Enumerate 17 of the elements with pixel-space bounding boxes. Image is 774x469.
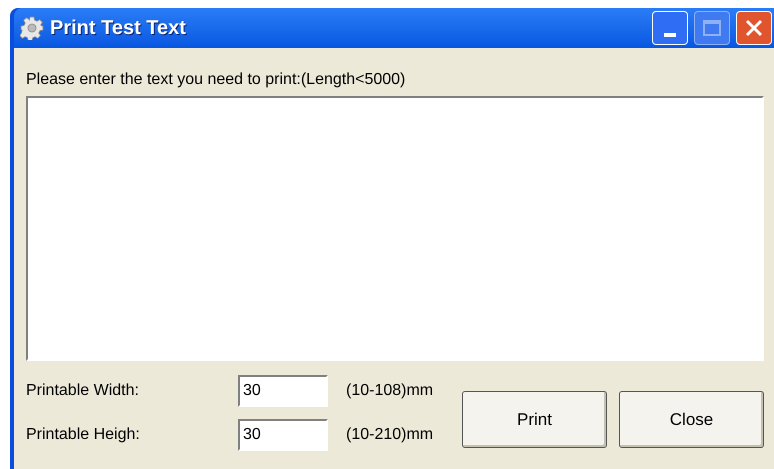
close-icon — [745, 19, 763, 37]
window-title: Print Test Text — [50, 16, 187, 41]
gear-icon — [20, 16, 44, 40]
prompt-label: Please enter the text you need to print:(Length<5000) — [26, 70, 406, 90]
close-button[interactable] — [736, 11, 772, 45]
minimize-button[interactable] — [652, 11, 688, 45]
range-hint: (10-108)mm — [346, 381, 434, 401]
text-input-area[interactable] — [26, 96, 764, 361]
dialog-button[interactable]: Print — [462, 391, 607, 448]
field-label: Printable Width: — [26, 381, 140, 401]
number-field[interactable]: 30 — [238, 419, 328, 451]
maximize-icon — [703, 20, 721, 36]
field-label: Printable Heigh: — [26, 425, 141, 445]
range-hint: (10-210)mm — [346, 425, 434, 445]
dialog-button[interactable]: Close — [619, 391, 764, 448]
number-field[interactable]: 30 — [238, 375, 328, 407]
minimize-icon — [664, 33, 676, 37]
